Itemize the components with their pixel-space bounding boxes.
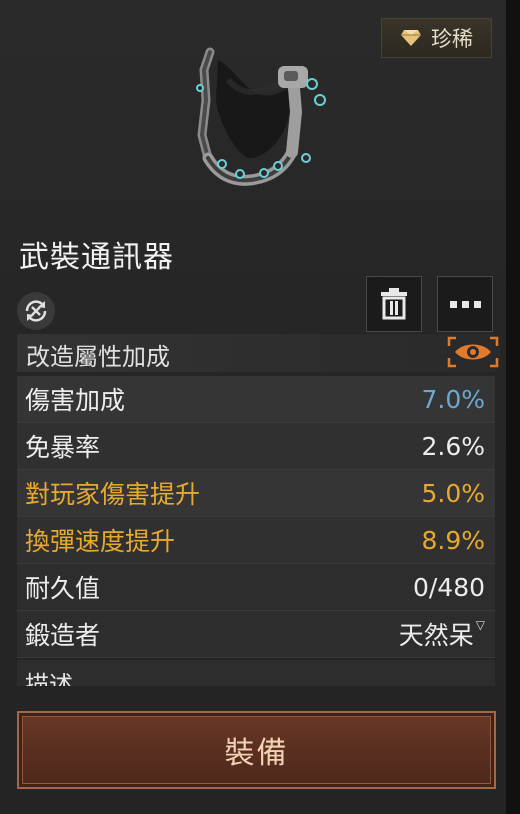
mod-attributes-header: 改造屬性加成: [17, 334, 500, 372]
delete-button[interactable]: [366, 276, 422, 332]
stat-value: 8.9%: [421, 525, 485, 555]
stat-label: 傷害加成: [25, 386, 126, 415]
stat-label: 換彈速度提升: [25, 527, 176, 556]
unbind-button[interactable]: [17, 292, 55, 330]
rarity-badge: 珍稀: [381, 18, 492, 58]
durability-row: 耐久值 0/480: [17, 564, 495, 611]
crafter-name[interactable]: 天然呆: [399, 616, 474, 652]
durability-value: 0/480: [412, 572, 485, 602]
trash-icon: [381, 288, 407, 320]
stat-label: 免暴率: [25, 433, 101, 462]
stat-row: 傷害加成 7.0%: [17, 376, 495, 423]
section-title: 改造屬性加成: [26, 343, 170, 371]
stat-row: 換彈速度提升 8.9%: [17, 517, 495, 564]
stat-label: 對玩家傷害提升: [25, 480, 201, 509]
stat-row: 對玩家傷害提升 5.0%: [17, 470, 495, 517]
stat-value: 5.0%: [421, 478, 485, 508]
rarity-label: 珍稀: [431, 27, 473, 51]
equip-button[interactable]: 裝備: [17, 711, 496, 789]
cancel-cycle-icon: [25, 300, 47, 322]
eye-icon[interactable]: [446, 336, 500, 368]
more-button[interactable]: [437, 276, 493, 332]
diamond-icon: [401, 30, 421, 46]
chevron-down-icon: ▽: [475, 618, 485, 632]
more-icon: [449, 300, 481, 308]
description-section: 描述: [17, 660, 495, 686]
crafter-row[interactable]: 鍛造者 天然呆 ▽: [17, 611, 495, 658]
crafter-label: 鍛造者: [25, 621, 101, 650]
stat-row: 免暴率 2.6%: [17, 423, 495, 470]
panel-edge: [506, 0, 520, 814]
stats-list: 傷害加成 7.0% 免暴率 2.6% 對玩家傷害提升 5.0% 換彈速度提升 8…: [17, 376, 495, 658]
stat-value: 7.0%: [421, 384, 485, 414]
item-name: 武裝通訊器: [19, 240, 174, 275]
description-title: 描述: [25, 671, 73, 686]
durability-label: 耐久值: [25, 574, 101, 603]
stat-value: 2.6%: [421, 431, 485, 461]
armored-comm-device-image: [196, 47, 326, 186]
